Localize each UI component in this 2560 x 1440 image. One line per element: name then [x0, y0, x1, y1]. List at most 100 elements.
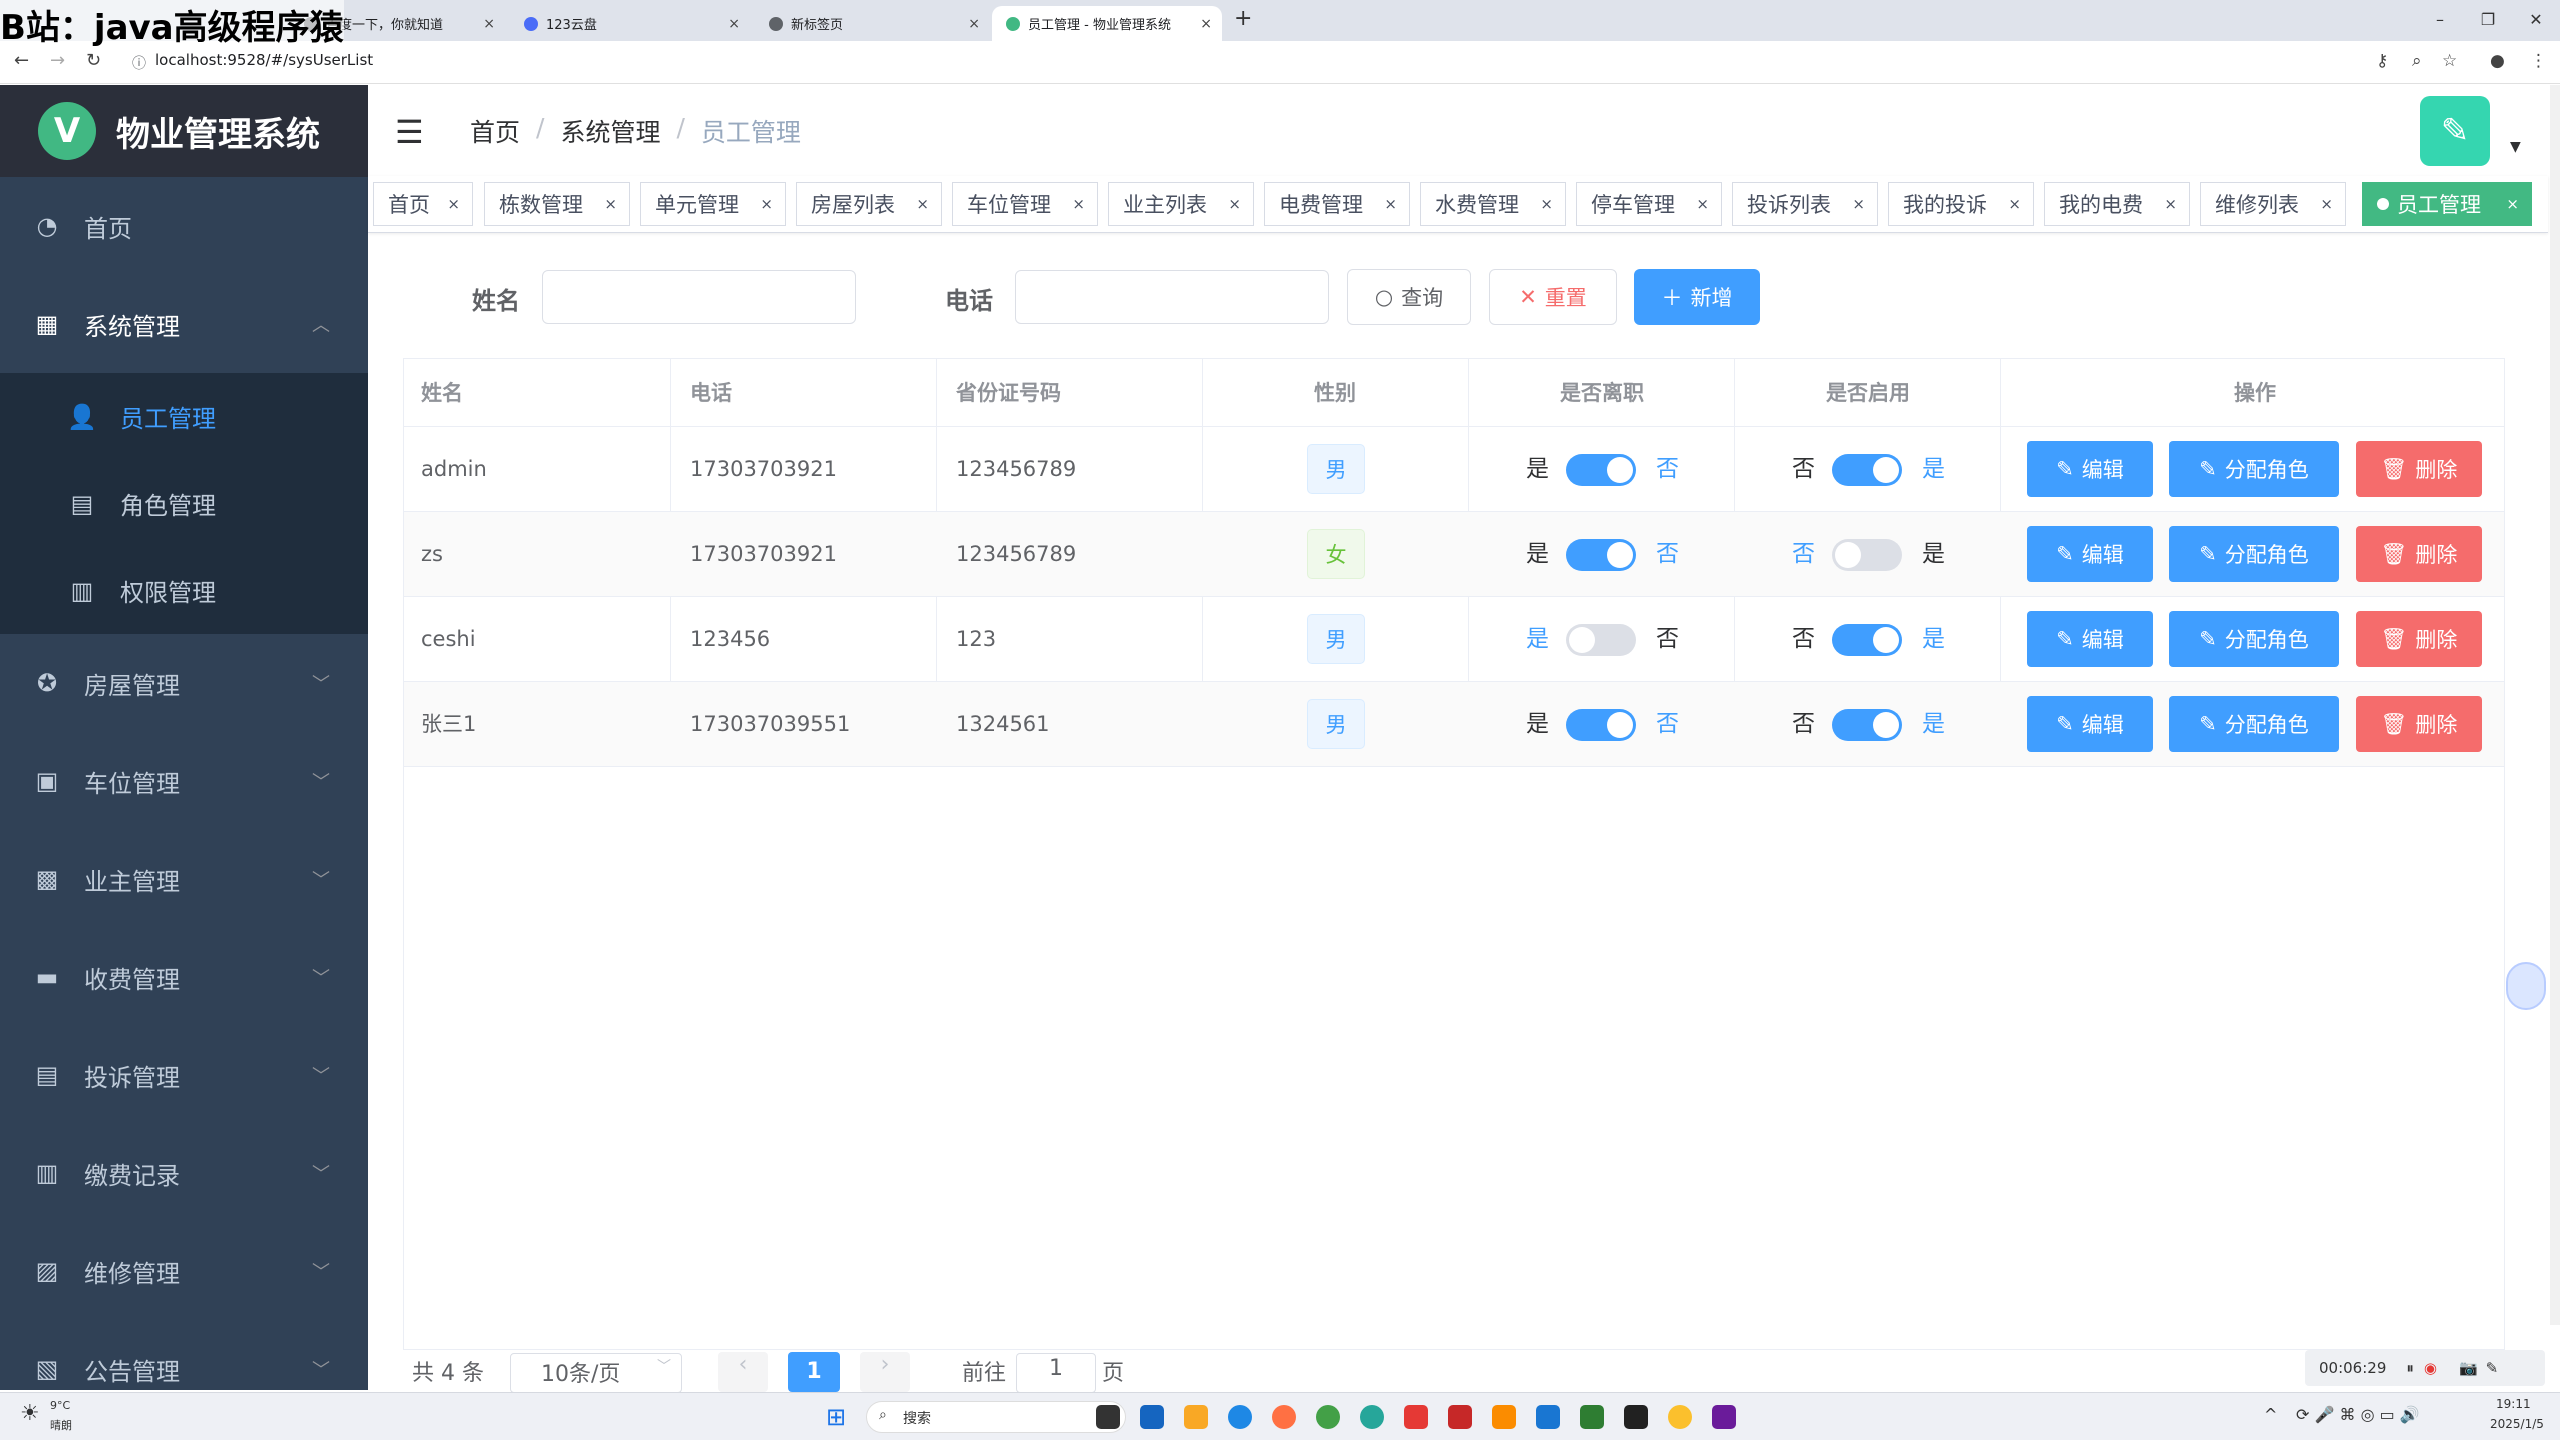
sidebar-item-staff[interactable]: 👤 员工管理	[0, 373, 368, 460]
enabled-switch[interactable]	[1832, 709, 1902, 741]
reload-icon[interactable]: ↻	[86, 50, 101, 71]
close-window-icon[interactable]: ✕	[2512, 0, 2560, 40]
notepad-icon[interactable]	[1536, 1405, 1560, 1429]
sidebar-item-notice[interactable]: ▧ 公告管理 ﹀	[0, 1320, 368, 1390]
browser-tab-active[interactable]: 员工管理 - 物业管理系统 ×	[992, 6, 1222, 41]
app-orange-icon[interactable]	[1492, 1405, 1516, 1429]
assign-role-button[interactable]: ✎ 分配角色	[2169, 526, 2339, 582]
avatar[interactable]: ✎	[2420, 96, 2490, 166]
close-icon[interactable]: ×	[1384, 195, 1397, 213]
close-icon[interactable]: ×	[1228, 195, 1241, 213]
terminal-icon[interactable]	[1624, 1405, 1648, 1429]
sidebar-item-fee[interactable]: ▬ 收费管理 ﹀	[0, 928, 368, 1026]
tag-owner-list[interactable]: 业主列表 ×	[1108, 182, 1254, 226]
page-number-current[interactable]: 1	[788, 1352, 840, 1392]
edit-button[interactable]: ✎ 编辑	[2027, 526, 2153, 582]
tag-complaint-list[interactable]: 投诉列表 ×	[1732, 182, 1878, 226]
tag-parking-fee[interactable]: 停车管理 ×	[1576, 182, 1722, 226]
pause-icon[interactable]: ⏸	[2406, 1359, 2414, 1377]
sidebar-item-permissions[interactable]: ▥ 权限管理	[0, 547, 368, 634]
sidebar-item-payment[interactable]: ▥ 缴费记录 ﹀	[0, 1124, 368, 1222]
browser-tab-123pan[interactable]: 123云盘 ×	[510, 6, 750, 41]
tag-my-electric[interactable]: 我的电费 ×	[2044, 182, 2190, 226]
restore-icon[interactable]: ❐	[2464, 0, 2512, 40]
camera-icon[interactable]: 📷	[2459, 1359, 2478, 1377]
tag-electric[interactable]: 电费管理 ×	[1264, 182, 1410, 226]
zoom-icon[interactable]: ⌕	[2412, 51, 2422, 71]
resigned-switch[interactable]	[1566, 709, 1636, 741]
weather-icon[interactable]: ☀	[20, 1401, 40, 1426]
close-icon[interactable]: ×	[483, 16, 495, 32]
enabled-switch[interactable]	[1832, 539, 1902, 571]
floating-assistant-icon[interactable]	[2506, 962, 2546, 1010]
sidebar-item-house[interactable]: ✪ 房屋管理 ﹀	[0, 634, 368, 732]
minimize-icon[interactable]: –	[2416, 0, 2464, 40]
app-red-icon[interactable]	[1448, 1405, 1472, 1429]
breadcrumb-home[interactable]: 首页	[470, 113, 520, 149]
close-icon[interactable]: ×	[1852, 195, 1865, 213]
close-icon[interactable]: ×	[1696, 195, 1709, 213]
sidebar-item-complaint[interactable]: ▤ 投诉管理 ﹀	[0, 1026, 368, 1124]
sidebar-item-roles[interactable]: ▤ 角色管理	[0, 460, 368, 547]
profile-icon[interactable]: ●	[2490, 51, 2505, 71]
tag-staff-active[interactable]: 员工管理 ×	[2362, 182, 2532, 226]
delete-button[interactable]: 🗑 删除	[2356, 441, 2482, 497]
query-button[interactable]: ○ 查询	[1347, 269, 1471, 325]
intellij-icon[interactable]	[1712, 1405, 1736, 1429]
tag-unit[interactable]: 单元管理 ×	[640, 182, 786, 226]
app-yellow-icon[interactable]	[1668, 1405, 1692, 1429]
tag-repair-list[interactable]: 维修列表 ×	[2200, 182, 2346, 226]
close-icon[interactable]: ×	[2164, 195, 2177, 213]
edit-button[interactable]: ✎ 编辑	[2027, 696, 2153, 752]
tag-house-list[interactable]: 房屋列表 ×	[796, 182, 942, 226]
tray-icons[interactable]: ⟳ 🎤 ⌘ ◎ ▭ 🔊	[2296, 1405, 2420, 1424]
close-icon[interactable]: ×	[447, 195, 460, 213]
close-icon[interactable]: ×	[728, 16, 740, 32]
pen-icon[interactable]: ✎	[2486, 1359, 2499, 1377]
menu-dots-icon[interactable]: ⋮	[2530, 51, 2547, 71]
caret-down-icon[interactable]: ▼	[2510, 139, 2521, 155]
prev-page-button[interactable]: ‹	[718, 1352, 768, 1392]
key-icon[interactable]: ⚷	[2376, 51, 2388, 71]
app-icon[interactable]	[1228, 1405, 1252, 1429]
chrome-icon[interactable]	[1316, 1405, 1340, 1429]
edge-icon[interactable]	[1360, 1405, 1384, 1429]
reset-button[interactable]: ✕ 重置	[1489, 269, 1617, 325]
enabled-switch[interactable]	[1832, 454, 1902, 486]
close-icon[interactable]: ×	[1200, 16, 1212, 32]
sidebar-item-owner[interactable]: ▩ 业主管理 ﹀	[0, 830, 368, 928]
phone-input[interactable]	[1015, 270, 1329, 324]
next-page-button[interactable]: ›	[860, 1352, 910, 1392]
stop-icon[interactable]: ◉	[2424, 1359, 2437, 1377]
tray-chevron-icon[interactable]: ^	[2264, 1405, 2277, 1424]
file-explorer-icon[interactable]	[1184, 1405, 1208, 1429]
delete-button[interactable]: 🗑 删除	[2356, 526, 2482, 582]
site-info-icon[interactable]: ⓘ	[132, 53, 146, 73]
task-view-icon[interactable]	[1096, 1405, 1120, 1429]
tag-building[interactable]: 栋数管理 ×	[484, 182, 630, 226]
assign-role-button[interactable]: ✎ 分配角色	[2169, 696, 2339, 752]
delete-button[interactable]: 🗑 删除	[2356, 611, 2482, 667]
close-icon[interactable]: ×	[968, 16, 980, 32]
close-icon[interactable]: ×	[604, 195, 617, 213]
forward-icon[interactable]: →	[50, 50, 65, 71]
goto-page-input[interactable]: 1	[1016, 1353, 1096, 1393]
sidebar-item-home[interactable]: ◔ 首页	[0, 177, 368, 275]
name-input[interactable]	[542, 270, 856, 324]
taskbar-search[interactable]: ⌕ 搜索	[866, 1401, 1126, 1433]
back-icon[interactable]: ←	[14, 50, 29, 71]
enabled-switch[interactable]	[1832, 624, 1902, 656]
close-icon[interactable]: ×	[2008, 195, 2021, 213]
add-button[interactable]: ＋新增	[1634, 269, 1760, 325]
edit-button[interactable]: ✎ 编辑	[2027, 441, 2153, 497]
firefox-icon[interactable]	[1272, 1405, 1296, 1429]
sidebar-item-parking[interactable]: ▣ 车位管理 ﹀	[0, 732, 368, 830]
url-field[interactable]: localhost:9528/#/sysUserList	[155, 51, 373, 69]
tag-home[interactable]: 首页 ×	[373, 182, 473, 226]
close-icon[interactable]: ×	[2506, 195, 2519, 213]
edit-button[interactable]: ✎ 编辑	[2027, 611, 2153, 667]
resigned-switch[interactable]	[1566, 454, 1636, 486]
wps-icon[interactable]	[1404, 1405, 1428, 1429]
hamburger-icon[interactable]: ☰	[395, 113, 424, 151]
page-size-select[interactable]: 10条/页 ﹀	[510, 1353, 682, 1393]
